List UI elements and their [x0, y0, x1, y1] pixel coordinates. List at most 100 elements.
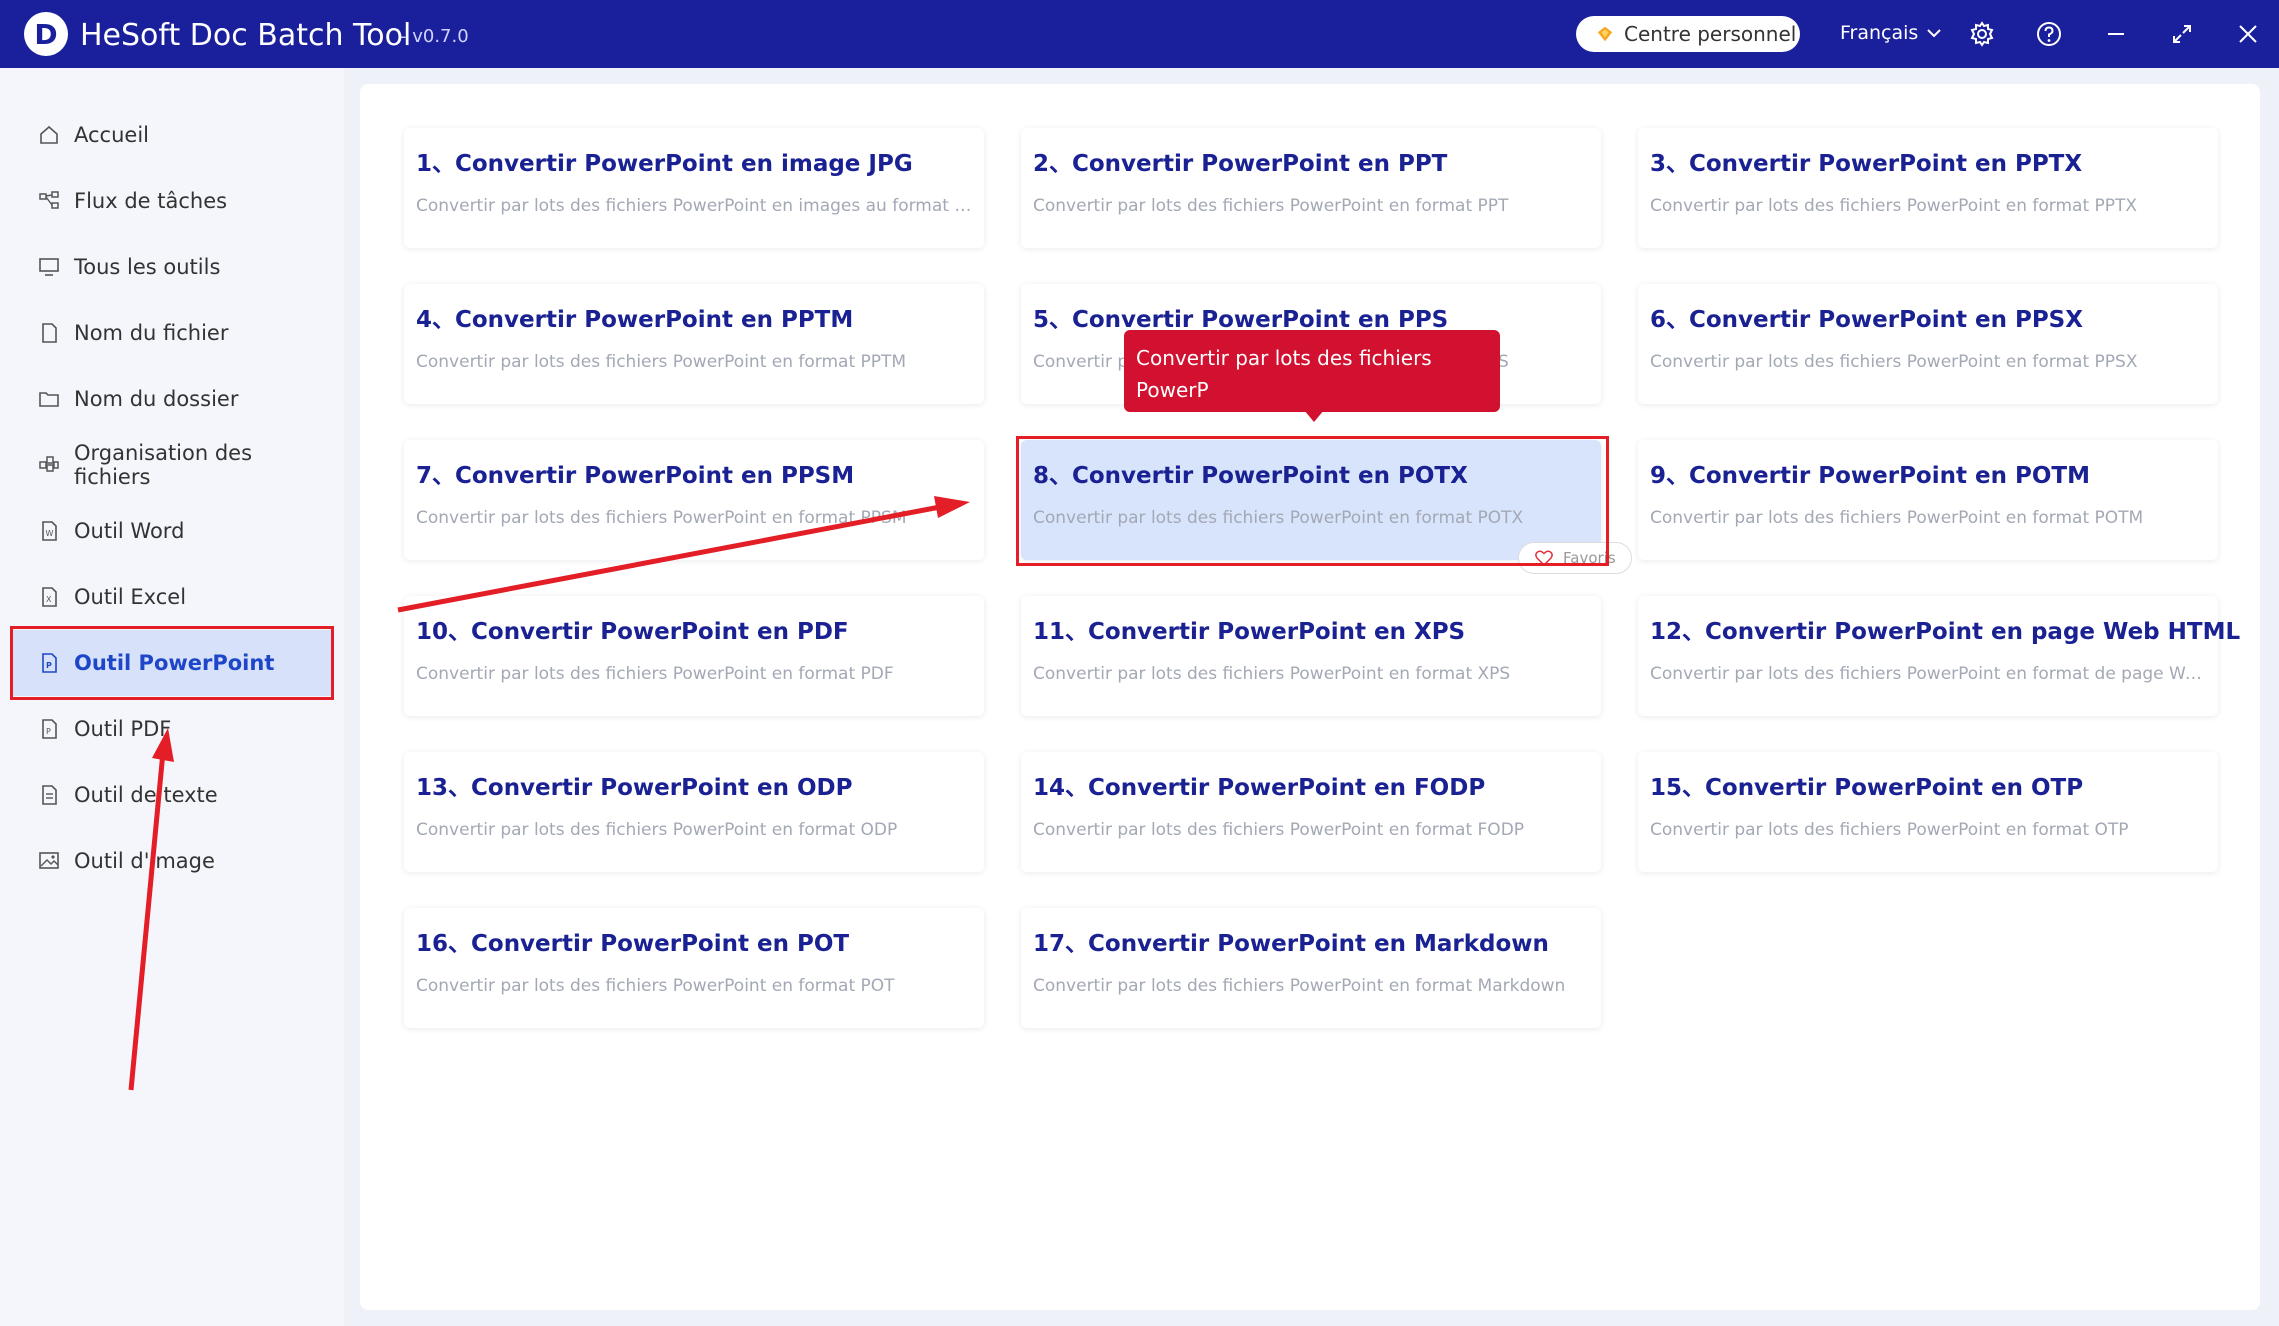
monitor-icon — [39, 258, 59, 276]
sidebar-item-flux[interactable]: Flux de tâches — [12, 168, 332, 234]
tool-description: Convertir par lots des fichiers PowerPoi… — [1650, 352, 2138, 372]
language-label: Français — [1840, 22, 1919, 44]
close-icon[interactable] — [2234, 20, 2262, 48]
sidebar-item-word[interactable]: W Outil Word — [12, 498, 332, 564]
tool-card-1[interactable]: 1、Convertir PowerPoint en image JPG Conve… — [404, 128, 984, 248]
app-version: - v0.7.0 — [400, 26, 469, 47]
sidebar-item-accueil[interactable]: Accueil — [12, 102, 332, 168]
sidebar-item-label: Accueil — [74, 123, 149, 147]
svg-text:X: X — [46, 595, 52, 604]
sidebar-item-excel[interactable]: X Outil Excel — [12, 564, 332, 630]
sidebar-item-nom-fichier[interactable]: Nom du fichier — [12, 300, 332, 366]
tool-card-16[interactable]: 16、Convertir PowerPoint en POT Convertir … — [404, 908, 984, 1028]
sidebar-item-label: Outil de texte — [74, 783, 218, 807]
sidebar-item-image[interactable]: Outil d'image — [12, 828, 332, 894]
tool-title: 10、Convertir PowerPoint en PDF — [416, 619, 849, 645]
tool-description: Convertir par lots des fichiers PowerPoi… — [1033, 196, 1509, 216]
tool-description: Convertir par lots des fichiers PowerPoi… — [416, 664, 894, 684]
tool-title: 5、Convertir PowerPoint en PPS — [1033, 307, 1449, 333]
tool-card-12[interactable]: 12、Convertir PowerPoint en page Web HTML… — [1638, 596, 2241, 716]
tool-description: Convertir par lots des fichiers PowerPoi… — [1650, 820, 2129, 840]
app-logo-icon: D — [24, 12, 68, 56]
centre-personnel-label: Centre personnel — [1624, 22, 1797, 46]
tool-title: 15、Convertir PowerPoint en OTP — [1650, 775, 2084, 801]
tool-title: 4、Convertir PowerPoint en PPTM — [416, 307, 854, 333]
minimize-icon[interactable] — [2102, 20, 2130, 48]
tool-description: Convertir par lots des fichiers PowerPoi… — [416, 508, 907, 528]
image-icon — [39, 852, 59, 869]
tooltip-line: Convertir par lots des fichiers PowerP — [1136, 346, 1432, 402]
tool-title: 6、Convertir PowerPoint en PPSX — [1650, 307, 2083, 333]
workflow-icon — [39, 191, 59, 209]
sidebar-item-label: Tous les outils — [74, 255, 221, 279]
sidebar-item-nom-dossier[interactable]: Nom du dossier — [12, 366, 332, 432]
sidebar-item-texte[interactable]: Outil de texte — [12, 762, 332, 828]
tool-card-11[interactable]: 11、Convertir PowerPoint en XPS Convertir … — [1021, 596, 1601, 716]
sidebar-item-organisation[interactable]: Organisation des fichiers — [12, 432, 332, 498]
text-icon — [42, 785, 57, 805]
language-selector[interactable]: Français — [1840, 22, 1942, 44]
tool-title: 1、Convertir PowerPoint en image JPG — [416, 151, 913, 177]
maximize-icon[interactable] — [2168, 20, 2196, 48]
chevron-down-icon — [1927, 29, 1942, 38]
tool-card-6[interactable]: 6、Convertir PowerPoint en PPSX Convertir … — [1638, 284, 2218, 404]
tool-description: Convertir par lots des fichiers PowerPoi… — [416, 976, 895, 996]
tool-title: 12、Convertir PowerPoint en page Web HTML — [1650, 619, 2241, 645]
tool-description: Convertir par lots des fichiers PowerPoi… — [1033, 664, 1511, 684]
tool-description: Convertir par lots des fichiers PowerPoi… — [416, 820, 898, 840]
excel-icon: X — [42, 587, 57, 607]
folder-icon — [39, 392, 59, 407]
tool-title: 9、Convertir PowerPoint en POTM — [1650, 463, 2090, 489]
tool-card-13[interactable]: 13、Convertir PowerPoint en ODP Convertir … — [404, 752, 984, 872]
tool-card-7[interactable]: 7、Convertir PowerPoint en PPSM Convertir … — [404, 440, 984, 560]
gear-icon[interactable] — [1968, 20, 1996, 48]
tooltip-arrow — [1304, 410, 1324, 422]
sidebar-item-label: Organisation des fichiers — [74, 441, 253, 489]
tool-card-3[interactable]: 3、Convertir PowerPoint en PPTX Convertir … — [1638, 128, 2218, 248]
tool-description: Convertir par lots des fichiers PowerPoi… — [1033, 820, 1525, 840]
home-icon — [40, 125, 58, 144]
tool-title: 14、Convertir PowerPoint en FODP — [1033, 775, 1486, 801]
tool-description: Convertir par lots des fichiers PowerPoi… — [1033, 976, 1566, 996]
tool-description: Convertir par lots des fichiers PowerPoi… — [1650, 196, 2138, 216]
annotation-box-card — [1016, 436, 1609, 566]
svg-text:P: P — [46, 727, 51, 736]
tool-card-10[interactable]: 10、Convertir PowerPoint en PDF Convertir … — [404, 596, 984, 716]
word-icon: W — [42, 521, 57, 541]
tool-card-9[interactable]: 9、Convertir PowerPoint en POTM Convertir … — [1638, 440, 2218, 560]
annotation-box-sidebar — [10, 626, 334, 700]
sidebar-item-pdf[interactable]: P Outil PDF — [12, 696, 332, 762]
tooltip: Convertir par lots des fichiers PowerP o… — [1124, 330, 1500, 434]
diamond-icon — [1597, 26, 1613, 42]
sidebar-item-label: Outil PDF — [74, 717, 172, 741]
sidebar-item-label: Nom du dossier — [74, 387, 239, 411]
sidebar-item-label: Outil Excel — [74, 585, 187, 609]
file-icon — [42, 323, 57, 343]
tools-panel: 1、Convertir PowerPoint en image JPG Conve… — [360, 84, 2260, 1310]
tool-description: Convertir par lots des fichiers PowerPoi… — [1650, 664, 2206, 684]
tool-description: Convertir par lots des fichiers PowerPoi… — [416, 196, 972, 216]
tool-title: 11、Convertir PowerPoint en XPS — [1033, 619, 1466, 645]
help-icon[interactable] — [2035, 20, 2063, 48]
tool-card-15[interactable]: 15、Convertir PowerPoint en OTP Convertir … — [1638, 752, 2218, 872]
tool-description: Convertir par lots des fichiers PowerPoi… — [416, 352, 907, 372]
centre-personnel-button[interactable]: Centre personnel — [1576, 16, 1800, 52]
app-title: HeSoft Doc Batch Tool — [80, 18, 412, 53]
tool-title: 13、Convertir PowerPoint en ODP — [416, 775, 853, 801]
tool-title: 16、Convertir PowerPoint en POT — [416, 931, 850, 957]
sidebar-item-label: Nom du fichier — [74, 321, 229, 345]
sidebar-item-label: Flux de tâches — [74, 189, 228, 213]
tool-title: 17、Convertir PowerPoint en Markdown — [1033, 931, 1549, 957]
pdf-icon: P — [42, 719, 57, 739]
svg-text:W: W — [46, 529, 54, 538]
tool-title: 7、Convertir PowerPoint en PPSM — [416, 463, 855, 489]
tool-card-2[interactable]: 2、Convertir PowerPoint en PPT Convertir p… — [1021, 128, 1601, 248]
sidebar-item-tous-outils[interactable]: Tous les outils — [12, 234, 332, 300]
tool-card-4[interactable]: 4、Convertir PowerPoint en PPTM Convertir … — [404, 284, 984, 404]
tool-description: Convertir par lots des fichiers PowerPoi… — [1650, 508, 2144, 528]
sidebar-item-label: Outil d'image — [74, 849, 215, 873]
organize-icon — [39, 456, 59, 472]
tool-card-14[interactable]: 14、Convertir PowerPoint en FODP Convertir… — [1021, 752, 1601, 872]
sidebar-item-label: Outil Word — [74, 519, 185, 543]
tool-card-17[interactable]: 17、Convertir PowerPoint en Markdown Conve… — [1021, 908, 1601, 1028]
